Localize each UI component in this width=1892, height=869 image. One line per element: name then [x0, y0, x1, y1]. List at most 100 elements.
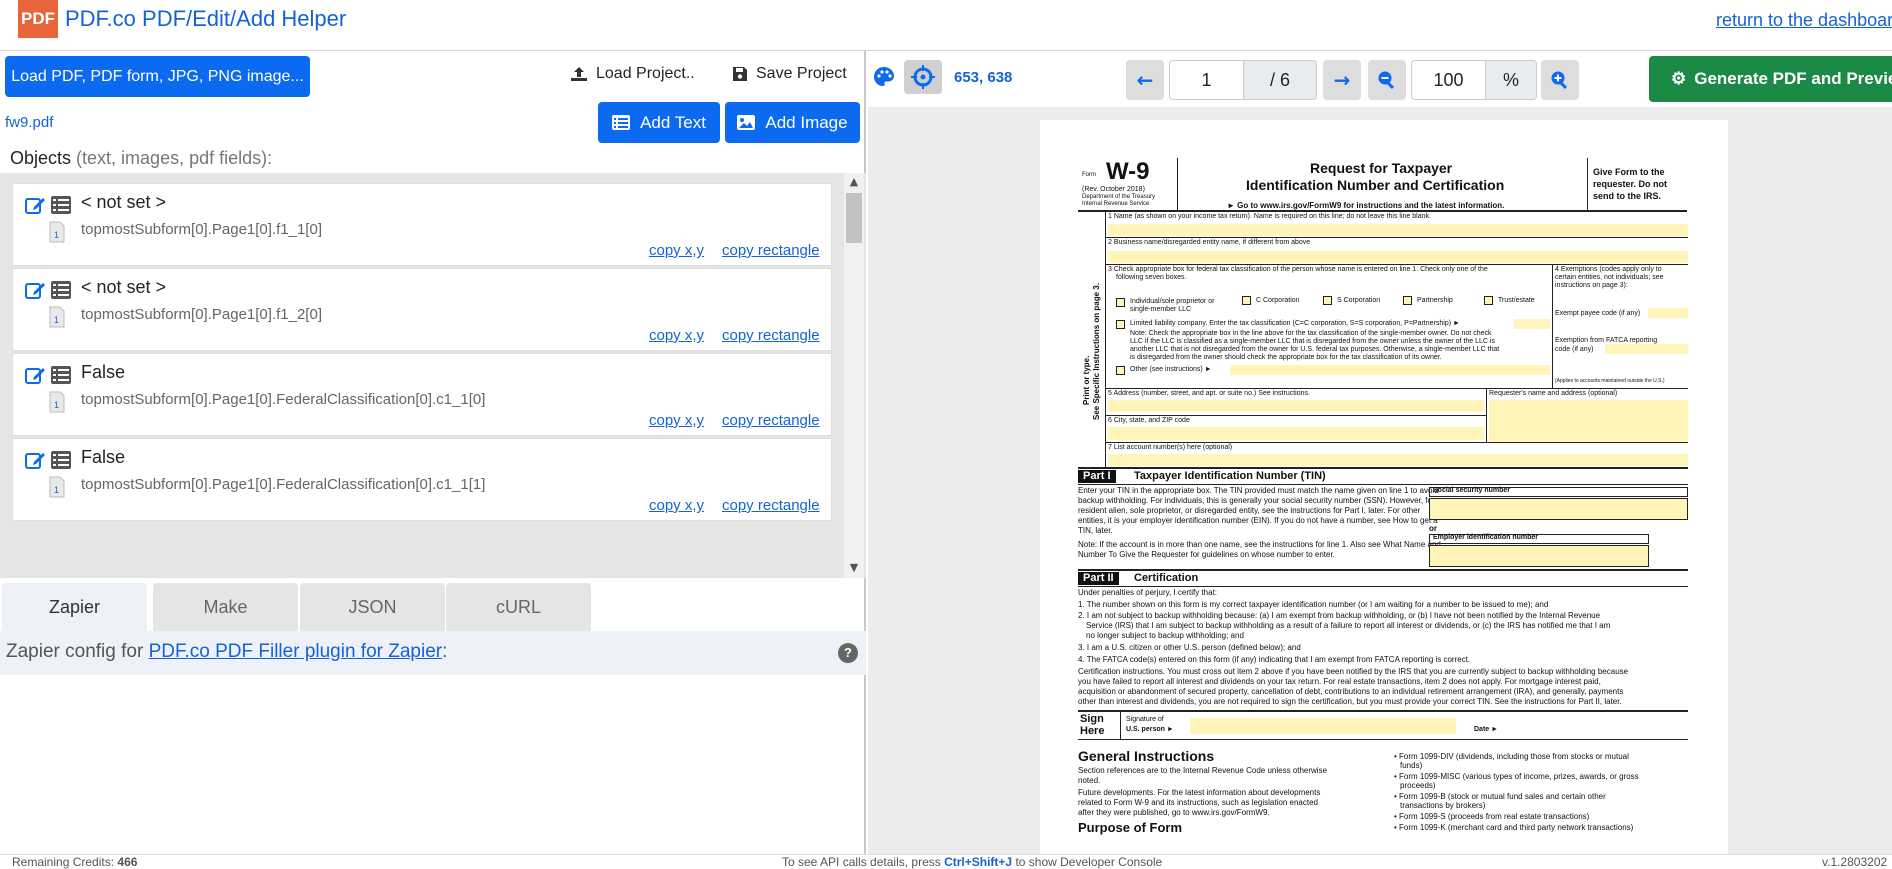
cls-partnership: Partnership — [1417, 297, 1453, 304]
exempt-payee-field[interactable] — [1648, 308, 1688, 318]
credits-value: 466 — [117, 855, 138, 869]
editor-panel: Load PDF, PDF form, JPG, PNG image... Lo… — [0, 51, 866, 854]
exempt-payee-label: Exempt payee code (if any) — [1555, 310, 1641, 317]
cert-instr-3: acquisition or abandonment of secured pr… — [1078, 687, 1624, 696]
bullet-2b: proceeds) — [1400, 781, 1436, 790]
copy-xy-link[interactable]: copy x,y — [649, 327, 704, 344]
pdf-page-preview[interactable]: Form W-9 (Rev. October 2018) Department … — [1040, 120, 1728, 854]
line2-label: 2 Business name/disregarded entity name,… — [1108, 239, 1311, 246]
us-person-label: U.S. person ► — [1126, 726, 1174, 733]
zapier-plugin-link[interactable]: PDF.co PDF Filler plugin for Zapier — [149, 641, 443, 662]
object-card[interactable]: < not set > 1 topmostSubform[0].Page1[0].f… — [12, 183, 832, 266]
scroll-down-arrow-icon[interactable]: ▼ — [846, 559, 862, 577]
tab-curl[interactable]: cURL — [446, 583, 591, 631]
edit-icon[interactable] — [25, 365, 47, 385]
llc-checkbox[interactable] — [1116, 320, 1125, 329]
tin-text-4: entities, it is your employer identifica… — [1078, 516, 1438, 525]
object-field-name: topmostSubform[0].Page1[0].FederalClassi… — [81, 391, 486, 408]
ssn-field[interactable] — [1429, 498, 1688, 520]
copy-rectangle-link[interactable]: copy rectangle — [722, 412, 820, 429]
c-corp-checkbox[interactable] — [1242, 296, 1251, 305]
copy-rectangle-link[interactable]: copy rectangle — [722, 242, 820, 259]
viewer-toolbar: 653, 638 ← 1 / 6 → 100 % ⚙ Generate PDF … — [868, 51, 1892, 107]
other-checkbox[interactable] — [1116, 366, 1125, 375]
copy-rectangle-link[interactable]: copy rectangle — [722, 497, 820, 514]
city-state-zip-field[interactable] — [1108, 427, 1484, 440]
tab-zapier[interactable]: Zapier — [2, 583, 147, 631]
palette-icon[interactable] — [872, 65, 896, 89]
object-card[interactable]: False 1 topmostSubform[0].Page1[0].Federal… — [12, 353, 832, 436]
copy-xy-link[interactable]: copy x,y — [649, 497, 704, 514]
load-project-label: Load Project.. — [596, 65, 695, 82]
crosshair-target-icon[interactable] — [904, 60, 942, 94]
partnership-checkbox[interactable] — [1403, 296, 1412, 305]
load-project-button[interactable]: Load Project.. — [570, 65, 695, 83]
tab-make[interactable]: Make — [153, 583, 298, 631]
tab-json[interactable]: JSON — [300, 583, 445, 631]
requester-field[interactable] — [1489, 400, 1688, 442]
other-field[interactable] — [1230, 365, 1550, 375]
cert-instr-2: you have failed to report all interest a… — [1078, 677, 1601, 686]
zoom-input[interactable]: 100 — [1411, 60, 1486, 100]
cert-instr-1: Certification instructions. You must cro… — [1078, 667, 1629, 676]
side-label-instructions: See Specific Instructions on page 3. — [1092, 283, 1101, 420]
scroll-up-arrow-icon[interactable]: ▲ — [846, 173, 862, 191]
save-project-button[interactable]: Save Project — [732, 65, 847, 83]
page-number-input[interactable]: 1 — [1169, 60, 1244, 100]
form-label: Form — [1082, 172, 1096, 178]
edit-icon[interactable] — [25, 195, 47, 215]
bullet-1b: funds) — [1400, 761, 1423, 770]
previous-page-button[interactable]: ← — [1126, 60, 1164, 100]
bullet-3a: • Form 1099-B (stock or mutual fund sale… — [1394, 792, 1606, 801]
page-number: 1 — [54, 315, 59, 325]
app-version: v.1.2803202 — [1822, 855, 1888, 869]
copy-rectangle-link[interactable]: copy rectangle — [722, 327, 820, 344]
zoom-out-button[interactable] — [1368, 60, 1406, 100]
arrow-left-icon: ← — [1136, 68, 1154, 92]
business-name-field[interactable] — [1108, 251, 1688, 263]
line3-label-a: 3 Check appropriate box for federal tax … — [1108, 266, 1488, 273]
llc-classification-field[interactable] — [1514, 319, 1550, 329]
upload-icon — [571, 67, 587, 81]
object-value: False — [81, 447, 126, 467]
part2-title: Certification — [1134, 572, 1199, 584]
objects-title: Objects — [10, 148, 72, 168]
future-dev-1: Future developments. For the latest info… — [1078, 788, 1321, 797]
name-field[interactable] — [1108, 224, 1688, 236]
object-card[interactable]: False 1 topmostSubform[0].Page1[0].Federal… — [12, 438, 832, 521]
next-page-button[interactable]: → — [1323, 60, 1361, 100]
fatca-field[interactable] — [1605, 344, 1688, 354]
dashboard-link[interactable]: return to the dashboard — [1716, 10, 1892, 31]
individual-checkbox[interactable] — [1116, 298, 1125, 307]
integration-tabs: Zapier Make JSON cURL — [0, 583, 866, 631]
trust-checkbox[interactable] — [1484, 296, 1493, 305]
copy-xy-link[interactable]: copy x,y — [649, 242, 704, 259]
scrollbar-thumb[interactable] — [846, 193, 862, 243]
zoom-in-button[interactable] — [1541, 60, 1579, 100]
tin-note-1: Note: If the account is in more than one… — [1078, 540, 1441, 549]
cert-item-2c: no longer subject to backup withholding;… — [1086, 631, 1244, 640]
page-icon: 1 — [49, 476, 65, 498]
list-icon — [51, 366, 71, 384]
signature-field[interactable] — [1190, 718, 1456, 734]
load-file-button[interactable]: Load PDF, PDF form, JPG, PNG image... — [5, 56, 310, 97]
generate-pdf-button[interactable]: ⚙ Generate PDF and Preview — [1649, 56, 1892, 102]
copy-xy-link[interactable]: copy x,y — [649, 412, 704, 429]
s-corp-checkbox[interactable] — [1323, 296, 1332, 305]
hint-keys: Ctrl+Shift+J — [944, 855, 1013, 869]
file-name-link[interactable]: fw9.pdf — [5, 114, 53, 131]
signature-of-label: Signature of — [1126, 716, 1164, 723]
add-text-button[interactable]: Add Text — [598, 102, 720, 143]
account-numbers-field[interactable] — [1108, 454, 1688, 466]
remaining-credits: Remaining Credits: 466 — [12, 855, 137, 869]
app-title: PDF.co PDF/Edit/Add Helper — [65, 6, 347, 31]
address-field[interactable] — [1108, 400, 1484, 412]
ein-field[interactable] — [1429, 545, 1649, 567]
edit-icon[interactable] — [25, 450, 47, 470]
credits-label: Remaining Credits: — [12, 855, 115, 869]
edit-icon[interactable] — [25, 280, 47, 300]
object-card[interactable]: < not set > 1 topmostSubform[0].Page1[0].f… — [12, 268, 832, 351]
add-image-button[interactable]: Add Image — [725, 102, 860, 143]
help-icon[interactable]: ? — [838, 643, 858, 663]
objects-scrollbar[interactable]: ▲ ▼ — [844, 173, 864, 578]
